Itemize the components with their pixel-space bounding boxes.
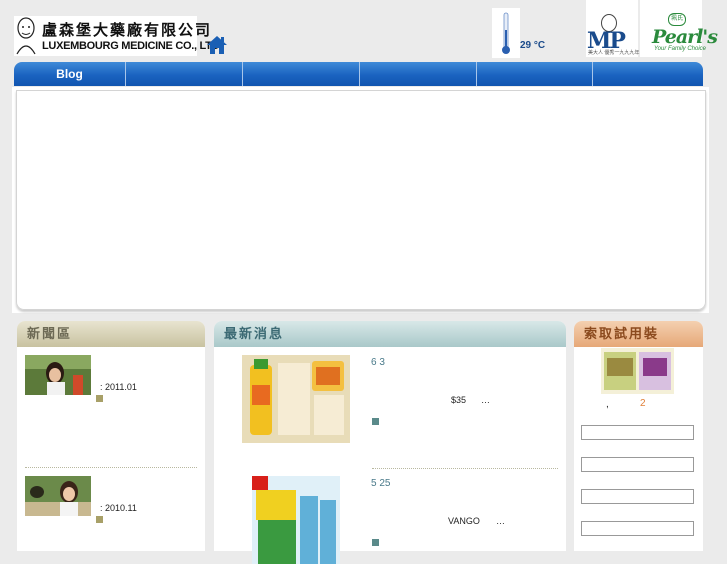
pearls-brand-link[interactable]: 珮氏 Pearl's Your Family Choice bbox=[640, 0, 718, 57]
thermometer-icon bbox=[502, 12, 510, 54]
pearls-badge: 珮氏 bbox=[668, 13, 686, 26]
latest-date: 6 3 bbox=[371, 357, 385, 368]
nav-item-5[interactable] bbox=[477, 62, 593, 86]
sample-count: 2 bbox=[640, 398, 646, 409]
read-more-ellipsis[interactable]: … bbox=[481, 395, 490, 405]
home-icon[interactable] bbox=[206, 35, 228, 55]
news-date: : 2010.11 bbox=[100, 503, 137, 513]
news-column: 新聞區 : 2011.01 : 2010.11 bbox=[17, 321, 205, 551]
sample-request-column-title: 索取試用裝 bbox=[574, 321, 703, 347]
news-photo[interactable] bbox=[25, 355, 91, 395]
sample-field-1[interactable] bbox=[581, 425, 694, 440]
nav-item-blog[interactable]: Blog bbox=[14, 62, 126, 86]
nav-item-3[interactable] bbox=[243, 62, 360, 86]
news-bullet-icon bbox=[96, 516, 103, 523]
sample-field-2[interactable] bbox=[581, 457, 694, 472]
latest-news-column-title: 最新消息 bbox=[214, 321, 566, 347]
read-more-ellipsis[interactable]: … bbox=[496, 516, 505, 526]
company-logo[interactable]: 盧森堡大藥廠有限公司 LUXEMBOURG MEDICINE CO., LTD. bbox=[14, 16, 222, 56]
sample-info-text: , bbox=[606, 399, 609, 410]
divider bbox=[372, 468, 558, 469]
divider bbox=[25, 467, 197, 468]
news-date: : 2011.01 bbox=[100, 382, 137, 392]
latest-text[interactable]: VANGO bbox=[448, 516, 480, 526]
news-bullet-icon bbox=[96, 395, 103, 402]
nav-item-4[interactable] bbox=[360, 62, 477, 86]
founder-portrait-icon bbox=[16, 17, 36, 55]
mp-brand-link[interactable]: MP 美大人 優秀一九九九年 bbox=[586, 0, 640, 57]
nav-item-2[interactable] bbox=[126, 62, 243, 86]
temperature-reading: 29 °C bbox=[520, 40, 546, 51]
latest-date: 5 25 bbox=[371, 478, 391, 489]
banner-area bbox=[12, 87, 709, 313]
sample-field-3[interactable] bbox=[581, 489, 694, 504]
sample-field-4[interactable] bbox=[581, 521, 694, 536]
banner-frame bbox=[16, 90, 706, 310]
news-item[interactable]: : 2011.01 bbox=[25, 355, 197, 415]
promo-image[interactable] bbox=[252, 476, 340, 564]
pearls-tagline: Your Family Choice bbox=[654, 46, 707, 52]
nav-item-6[interactable] bbox=[593, 62, 703, 86]
news-photo[interactable] bbox=[25, 476, 91, 516]
main-nav: Blog bbox=[14, 62, 703, 86]
news-column-title: 新聞區 bbox=[17, 321, 205, 347]
pearls-logo-text: Pearl's bbox=[652, 26, 718, 48]
sample-request-column: 索取試用裝 , 2 bbox=[574, 321, 703, 551]
sample-product-image[interactable] bbox=[601, 348, 674, 394]
latest-text[interactable]: $35 bbox=[451, 395, 466, 405]
company-name-cn: 盧森堡大藥廠有限公司 bbox=[42, 21, 213, 39]
weather-widget bbox=[492, 8, 520, 58]
news-item[interactable]: : 2010.11 bbox=[25, 476, 197, 536]
company-name-en: LUXEMBOURG MEDICINE CO., LTD. bbox=[42, 40, 222, 52]
latest-bullet-icon bbox=[372, 418, 379, 425]
promo-image[interactable] bbox=[242, 355, 350, 443]
latest-news-column: 最新消息 6 3 $35 … 5 25 VANGO … bbox=[214, 321, 566, 564]
mp-tagline: 美大人 優秀一九九九年 bbox=[588, 50, 640, 56]
